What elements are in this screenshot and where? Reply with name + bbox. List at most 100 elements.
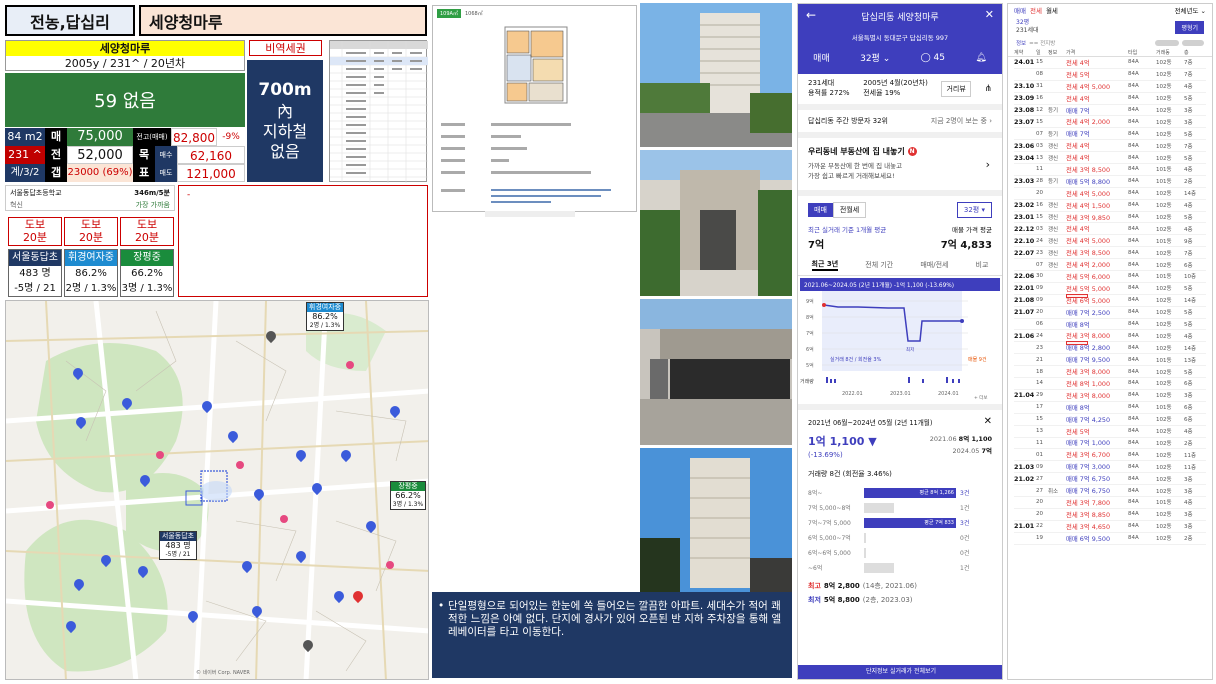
trade-row[interactable]: 21.08 09 전세 6억 5,000 84A 102동 14층: [1014, 293, 1206, 307]
trade-row[interactable]: 01 전세 3억 6,700 84A 102동 11층: [1014, 449, 1206, 462]
segment-sale[interactable]: 매매: [808, 203, 833, 217]
mobile-tab-deal[interactable]: 매매: [813, 51, 830, 64]
trade-row[interactable]: 21.01 22 전세 3억 4,650 84A 102동 3층: [1014, 521, 1206, 533]
map-school-label-2[interactable]: 장평중 66.2% 3명 / 1.3%: [390, 481, 426, 510]
promo-banner[interactable]: 우리동네 부동산에 집 내놓기 N 가까운 부동산에 한 번에 집 내놓고 가장…: [798, 138, 1002, 196]
trade-row[interactable]: 24.01 15 전세 4억 84A 102동 7층: [1014, 57, 1206, 69]
trade-price: 전세 3억 9,850: [1066, 213, 1111, 222]
trade-price: 매매 7억 6,750: [1066, 487, 1111, 495]
trade-month: 22.07: [1014, 248, 1035, 257]
map-school-label-1-name: 휘경여자중: [307, 303, 343, 312]
trade-row[interactable]: 20 전세 4억 5,000 84A 102동 14층: [1014, 188, 1206, 200]
trade-building: 102동: [1156, 322, 1172, 329]
trade-tab-monthly[interactable]: 월세: [1046, 5, 1058, 15]
map-school-label-1[interactable]: 휘경여자중 86.2% 2명 / 1.3%: [306, 302, 344, 331]
trade-row[interactable]: 22.07 23 갱신 전세 3억 8,500 84A 102동 7층: [1014, 247, 1206, 260]
trade-row[interactable]: 14 전세 8억 1,000 84A 102동 6층: [1014, 378, 1206, 390]
recent-label: 최근 실거래 기준 1개월 평균: [808, 226, 887, 234]
close-icon[interactable]: ✕: [985, 8, 994, 21]
walk-box-2: 도보 20분: [64, 217, 118, 246]
trade-building: 102동: [1156, 298, 1172, 305]
map-dot[interactable]: [280, 515, 288, 523]
chart-tab-sale-lease[interactable]: 매매/전세: [920, 260, 948, 270]
trade-row[interactable]: 21.04 29 전세 3억 8,000 84A 102동 3층: [1014, 390, 1206, 402]
trade-row[interactable]: 22.12 03 갱신 전세 4억 84A 102동 4층: [1014, 223, 1206, 236]
trade-row[interactable]: 20 전세 3억 7,800 84A 101동 4층: [1014, 497, 1206, 509]
trade-info: 갱신: [1048, 250, 1059, 257]
trade-tab-sale[interactable]: 매매: [1014, 5, 1026, 15]
visitor-now[interactable]: 지금 2명이 보는 중 ›: [931, 116, 992, 126]
trade-row[interactable]: 23.08 12 등기 매매 7억 84A 102동 3층: [1014, 105, 1206, 117]
map-dot[interactable]: [346, 361, 354, 369]
trade-price: 전세 4억: [1066, 94, 1090, 103]
filter-chip-2[interactable]: [1182, 40, 1204, 46]
back-arrow-icon[interactable]: ←: [806, 8, 816, 22]
chart-tab-compare[interactable]: 비교: [976, 260, 989, 270]
trade-row[interactable]: 23.06 03 갱신 전세 4억 84A 102동 7층: [1014, 140, 1206, 153]
view-all-button[interactable]: 단지정보 실거래가 전체보기: [798, 665, 1002, 679]
map-panel[interactable]: 휘경여자중 86.2% 2명 / 1.3% 장평중 66.2% 3명 / 1.3…: [5, 300, 429, 680]
trade-row[interactable]: 11 전세 3억 8,500 84A 101동 4층: [1014, 164, 1206, 176]
trade-row[interactable]: 21.03 09 매매 7억 3,000 84A 102동 11층: [1014, 461, 1206, 474]
trade-row[interactable]: 07 갱신 전세 4억 2,000 84A 102동 6층: [1014, 259, 1206, 272]
trade-row[interactable]: 23.07 15 전세 4억 2,000 84A 102동 3층: [1014, 116, 1206, 129]
trade-day: 20: [1036, 190, 1043, 197]
chart-tab-all[interactable]: 전체 기간: [865, 260, 893, 270]
trade-day: 14: [1036, 380, 1043, 387]
trade-size-button[interactable]: 평형기: [1175, 20, 1204, 34]
trade-row[interactable]: 15 매매 7억 4,250 84A 102동 6층: [1014, 414, 1206, 426]
trade-row[interactable]: 22.10 24 갱신 전세 4억 5,000 84A 101동 9층: [1014, 235, 1206, 248]
year-filter[interactable]: 전체년도 ⌄: [1175, 5, 1206, 15]
trade-row[interactable]: 21.06 24 전세 3억 8,000 84A 102동 4층: [1014, 330, 1206, 343]
chart-tab-3y[interactable]: 최근 3년: [811, 259, 839, 271]
trade-row[interactable]: 27 취소 매매 7억 6,750 84A 102동 3층: [1014, 485, 1206, 497]
trade-row[interactable]: 17 매매 8억 84A 101동 6층: [1014, 402, 1206, 414]
trade-row[interactable]: 20 전세 3억 8,850 84A 102동 3층: [1014, 509, 1206, 521]
trade-row[interactable]: 07 등기 매매 7억 84A 102동 5층: [1014, 128, 1206, 141]
bell-icon[interactable]: 🔔︎: [975, 53, 986, 63]
trade-row[interactable]: 21.02 27 매매 7억 6,750 84A 102동 3층: [1014, 473, 1206, 486]
sheet-close-icon[interactable]: ✕: [984, 416, 992, 427]
map-school-label-3[interactable]: 서울동답초 483 명 -5명 / 21: [159, 531, 197, 560]
change-pct: (-13.69%): [808, 451, 843, 459]
trade-row[interactable]: 06 매매 8억 84A 102동 5층: [1014, 319, 1206, 331]
map-dot[interactable]: [386, 561, 394, 569]
chart-ylabel-7: 7억: [806, 330, 814, 337]
trade-floor: 4층: [1184, 203, 1193, 210]
mobile-tab-size[interactable]: 32평 ⌄: [860, 51, 890, 64]
trade-row[interactable]: 11 매매 7억 1,000 84A 102동 2층: [1014, 438, 1206, 450]
trade-row[interactable]: 23.04 13 갱신 전세 4억 84A 102동 5층: [1014, 152, 1206, 165]
distance-view-button[interactable]: 거리뷰: [941, 81, 971, 97]
trade-row[interactable]: 19 매매 6억 9,500 84A 102동 2층: [1014, 533, 1206, 545]
trade-row[interactable]: 13 전세 5억 84A 102동 4층: [1014, 426, 1206, 438]
share-icon[interactable]: ⋔: [984, 84, 992, 94]
segment-lease[interactable]: 전월세: [832, 202, 867, 218]
mobile-comments[interactable]: ◯ 45: [921, 53, 945, 63]
filter-chip-1[interactable]: [1155, 40, 1179, 46]
schedule-table: [329, 40, 428, 183]
trade-row[interactable]: 18 전세 3억 8,000 84A 102동 5층: [1014, 366, 1206, 379]
trade-row[interactable]: 23.03 28 등기 매매 5억 8,800 84A 101동 2층: [1014, 176, 1206, 188]
trade-row[interactable]: 22.06 30 전세 5억 6,000 84A 101동 10층: [1014, 271, 1206, 283]
trade-row[interactable]: 23.02 16 갱신 전세 4억 1,500 84A 102동 4층: [1014, 200, 1206, 212]
high-sub: (14층, 2021.06): [862, 582, 917, 590]
map-dot[interactable]: [46, 501, 54, 509]
trade-floor: 11층: [1184, 464, 1197, 471]
map-dot[interactable]: [236, 461, 244, 469]
trade-row[interactable]: 23.01 15 갱신 전세 3억 9,850 84A 102동 5층: [1014, 212, 1206, 224]
trade-day: 07: [1036, 130, 1043, 137]
size-select[interactable]: 32평 ▾: [956, 202, 992, 218]
trade-row[interactable]: 08 전세 5억 84A 102동 7층: [1014, 69, 1206, 81]
trade-tab-lease[interactable]: 전세: [1030, 5, 1042, 15]
map-dot[interactable]: [156, 451, 164, 459]
distribution-bar-track: [864, 502, 956, 513]
trade-row[interactable]: 21 매매 7억 9,500 84A 101동 13층: [1014, 354, 1206, 367]
metro-distance: 700m: [258, 80, 312, 101]
trade-row[interactable]: 23.09 16 전세 4억 84A 102동 5층: [1014, 93, 1206, 105]
trade-row[interactable]: 21.07 20 매매 7억 2,500 84A 102동 5층: [1014, 307, 1206, 319]
trade-row[interactable]: 23 매매 8억 2,800 84A 102동 14층: [1014, 341, 1206, 355]
price-chart[interactable]: 2021.06~2024.05 (2년 11개월) -1억 1,100 (-13…: [798, 278, 1002, 410]
trade-floor: 4층: [1184, 167, 1193, 174]
trade-row[interactable]: 23.10 31 전세 4억 5,000 84A 102동 4층: [1014, 81, 1206, 93]
trade-row[interactable]: 22.01 09 전세 5억 5,000 84A 102동 5층: [1014, 283, 1206, 295]
